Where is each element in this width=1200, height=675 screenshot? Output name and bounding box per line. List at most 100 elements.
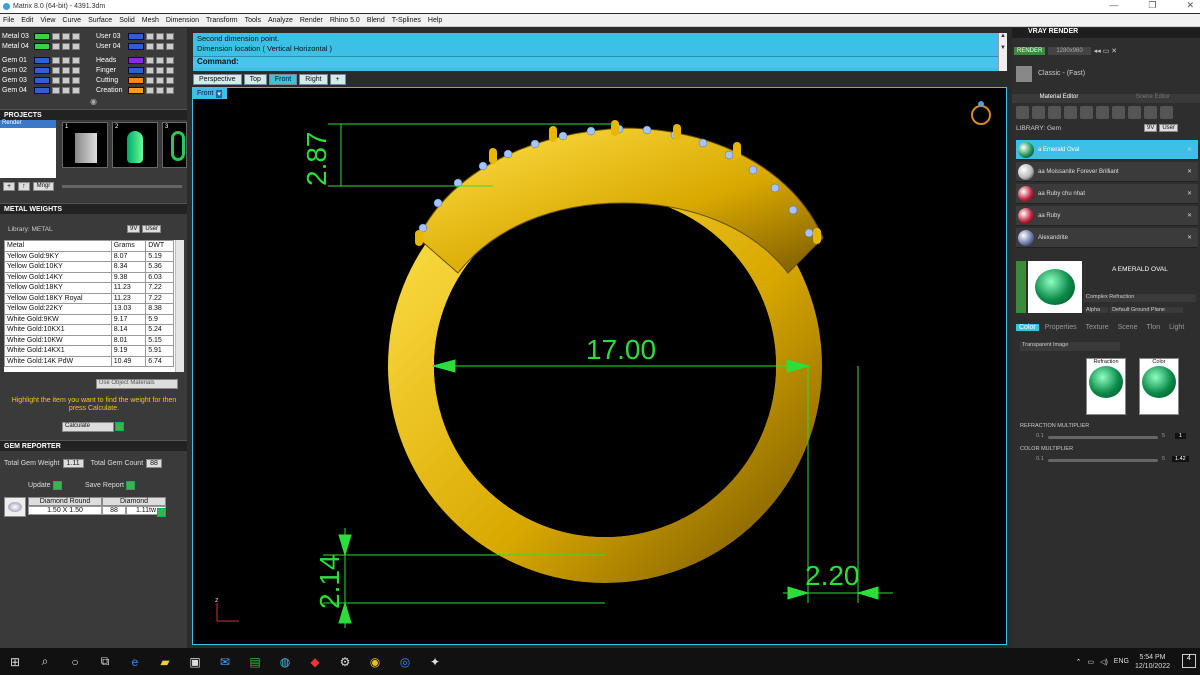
calculate-button[interactable]: Calculate — [62, 422, 114, 432]
layer-row[interactable]: Creation — [96, 85, 174, 95]
layer-row[interactable]: Gem 03 — [2, 75, 80, 85]
subtab-tlon[interactable]: Tlon — [1143, 324, 1163, 331]
layer-color-swatch[interactable] — [34, 66, 50, 74]
layer-lock-icon[interactable] — [156, 56, 164, 64]
network-icon[interactable]: ▭ — [1087, 658, 1094, 666]
remove-material-icon[interactable]: ✕ — [1187, 212, 1192, 219]
gem-icon[interactable] — [1032, 106, 1045, 119]
layer-row[interactable]: Gem 02 — [2, 65, 80, 75]
layer-select-icon[interactable] — [72, 42, 80, 50]
metal-weights-table[interactable]: Metal Grams DWT Yellow Gold:9KY 8.07 5.19 Yell… — [4, 240, 184, 372]
metal-row[interactable]: Yellow Gold:10KY 8.34 5.36 — [4, 261, 174, 273]
layer-lock-icon[interactable] — [62, 66, 70, 74]
edge-icon[interactable]: e — [120, 648, 150, 675]
add-project-button[interactable]: + — [3, 182, 16, 191]
layer-select-icon[interactable] — [166, 32, 174, 40]
menu-dimension[interactable]: Dimension — [166, 17, 199, 24]
dim-inner-diameter[interactable]: 17.00 — [586, 334, 656, 366]
metal-row[interactable]: Yellow Gold:14KY 9.38 6.03 — [4, 271, 174, 283]
layer-visibility-icon[interactable] — [52, 86, 60, 94]
subtab-texture[interactable]: Texture — [1083, 324, 1112, 331]
zalo-icon[interactable]: ◎ — [390, 648, 420, 675]
material-item[interactable]: Alexandrite ✕ — [1016, 228, 1198, 248]
excel-icon[interactable]: ▤ — [240, 648, 270, 675]
matrix-app-icon[interactable]: ✦ — [420, 648, 450, 675]
sphere-icon[interactable] — [1048, 106, 1061, 119]
layer-color-swatch[interactable] — [34, 76, 50, 84]
remove-material-icon[interactable]: ✕ — [1187, 234, 1192, 241]
color-value[interactable]: 1.42 — [1172, 456, 1189, 462]
dim-bottom-right[interactable]: 2.20 — [805, 560, 860, 592]
metal-row[interactable]: Yellow Gold:18KY 11.23 7.22 — [4, 282, 174, 294]
notification-icon[interactable]: 4 — [1182, 654, 1196, 668]
manager-button[interactable]: Mngr — [32, 182, 55, 191]
use-object-materials-select[interactable]: Use Object Materials — [96, 379, 178, 389]
layer-color-swatch[interactable] — [128, 32, 144, 40]
menu-blend[interactable]: Blend — [367, 17, 385, 24]
material-item[interactable]: aa Ruby ✕ — [1016, 206, 1198, 226]
update-go-icon[interactable] — [52, 481, 62, 490]
layer-select-icon[interactable] — [166, 76, 174, 84]
layer-color-swatch[interactable] — [34, 86, 50, 94]
layer-select-icon[interactable] — [166, 66, 174, 74]
save-report-button[interactable]: Save Report — [85, 482, 124, 489]
menu-transform[interactable]: Transform — [206, 17, 238, 24]
project-scrollbar[interactable] — [62, 185, 182, 188]
layer-visibility-icon[interactable] — [146, 86, 154, 94]
collapse-icon[interactable]: ◉ — [90, 97, 97, 106]
ring-view-icon[interactable] — [971, 105, 991, 125]
metal-col-header[interactable]: Metal — [4, 240, 112, 252]
close-button[interactable]: ✕ — [1186, 0, 1194, 11]
cloud-icon[interactable] — [1128, 106, 1141, 119]
layer-row[interactable]: Metal 03 — [2, 31, 80, 41]
metal-col-header[interactable]: DWT — [145, 240, 174, 252]
subtab-light[interactable]: Light — [1166, 324, 1187, 331]
layer-row[interactable]: Cutting — [96, 75, 174, 85]
layer-select-icon[interactable] — [166, 86, 174, 94]
tray-chevron-icon[interactable]: ⌃ — [1076, 658, 1082, 666]
search-icon[interactable]: ⌕ — [30, 648, 60, 675]
layer-visibility-icon[interactable] — [52, 66, 60, 74]
complex-refraction-select[interactable]: Complex Refraction — [1084, 294, 1196, 302]
layer-visibility-icon[interactable] — [52, 76, 60, 84]
project-thumb-3[interactable]: 3 — [162, 122, 187, 168]
layer-color-swatch[interactable] — [128, 76, 144, 84]
metal-row[interactable]: White Gold:10KW 8.01 5.15 — [4, 334, 174, 346]
layer-lock-icon[interactable] — [62, 86, 70, 94]
metal-row[interactable]: White Gold:14KX1 9.19 5.91 — [4, 345, 174, 357]
metal-table-scrollbar[interactable] — [175, 240, 184, 372]
preview-expand-icon[interactable] — [1016, 261, 1026, 313]
render-button[interactable]: RENDER — [1014, 47, 1046, 55]
color-swatch[interactable]: Color — [1139, 358, 1179, 415]
layer-lock-icon[interactable] — [62, 32, 70, 40]
calculate-go-icon[interactable] — [115, 422, 124, 431]
menu-solid[interactable]: Solid — [119, 17, 135, 24]
layer-row[interactable]: Gem 01 — [2, 55, 80, 65]
layer-lock-icon[interactable] — [156, 42, 164, 50]
windows-start-icon[interactable]: ⊞ — [0, 648, 30, 675]
menu-mesh[interactable]: Mesh — [142, 17, 159, 24]
clock[interactable]: 5:54 PM 12/10/2022 — [1135, 653, 1170, 671]
layer-row[interactable]: User 03 — [96, 31, 174, 41]
remove-material-icon[interactable]: ✕ — [1187, 168, 1192, 175]
half-sphere-icon[interactable] — [1064, 106, 1077, 119]
tab-top[interactable]: Top — [243, 74, 267, 85]
menu-analyze[interactable]: Analyze — [268, 17, 293, 24]
layer-row[interactable]: Gem 04 — [2, 85, 80, 95]
project-thumb-2[interactable]: 2 — [112, 122, 158, 168]
layer-visibility-icon[interactable] — [52, 56, 60, 64]
layer-select-icon[interactable] — [72, 86, 80, 94]
layer-lock-icon[interactable] — [156, 76, 164, 84]
quality-select[interactable]: Classic - (Fast) — [1038, 70, 1085, 77]
layer-visibility-icon[interactable] — [146, 32, 154, 40]
dim-top-left[interactable]: 2.87 — [301, 132, 333, 187]
metal-row[interactable]: White Gold:9KW 9.17 5.9 — [4, 313, 174, 325]
layer-row[interactable]: Metal 04 — [2, 41, 80, 51]
material-item[interactable]: aa Ruby chu nhat ✕ — [1016, 184, 1198, 204]
layer-color-swatch[interactable] — [128, 42, 144, 50]
ground-plane-select[interactable]: Default Ground Plane — [1110, 307, 1183, 313]
remove-material-icon[interactable]: ✕ — [1187, 190, 1192, 197]
gem-lib-9v[interactable]: 9V — [1144, 124, 1158, 132]
menu-rhino-5-0[interactable]: Rhino 5.0 — [330, 17, 360, 24]
tab-right[interactable]: Right — [299, 74, 328, 85]
